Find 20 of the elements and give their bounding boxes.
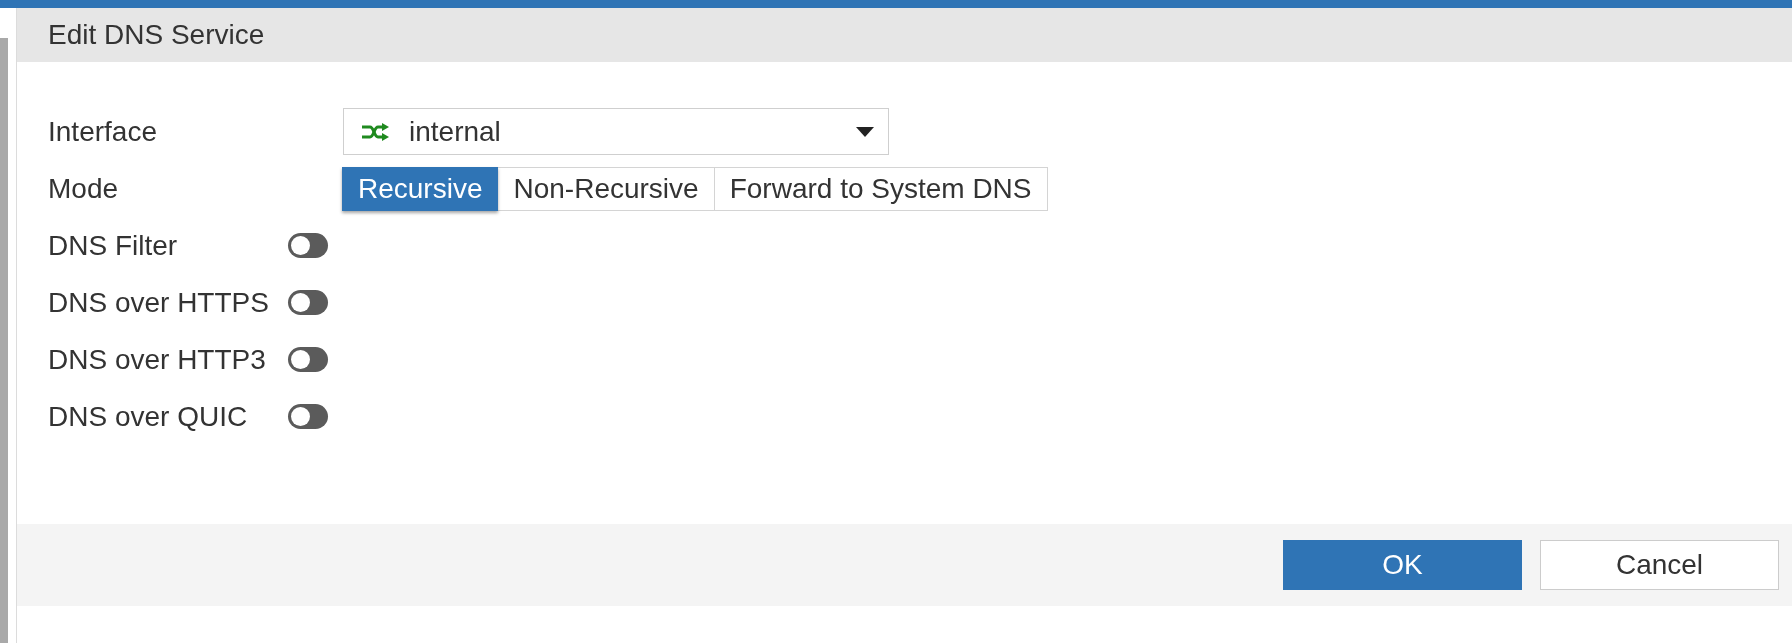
- field-label: DNS over HTTP3: [48, 345, 267, 374]
- mode-option[interactable]: Forward to System DNS: [713, 166, 1048, 211]
- ok-button[interactable]: OK: [1283, 540, 1522, 590]
- field-label: Mode: [48, 174, 120, 203]
- toggle-switch[interactable]: [288, 233, 328, 258]
- field-label: DNS over QUIC: [48, 402, 249, 431]
- mode-option[interactable]: Recursive: [342, 166, 499, 211]
- dialog-title: Edit DNS Service: [48, 21, 265, 49]
- toggle-switch[interactable]: [288, 290, 328, 315]
- mode-option[interactable]: Non-Recursive: [497, 166, 715, 211]
- scrollbar[interactable]: [0, 38, 8, 643]
- toggle-switch[interactable]: [288, 347, 328, 372]
- toggle-switch[interactable]: [288, 404, 328, 429]
- caret-icon: [856, 126, 874, 137]
- field-label: Interface: [48, 117, 158, 146]
- field-label: DNS Filter: [48, 231, 179, 260]
- cancel-button[interactable]: Cancel: [1540, 540, 1779, 590]
- crossed-arrows-icon: [361, 122, 389, 141]
- interface-dropdown[interactable]: internal: [343, 108, 889, 155]
- field-label: DNS over HTTPS: [48, 288, 270, 317]
